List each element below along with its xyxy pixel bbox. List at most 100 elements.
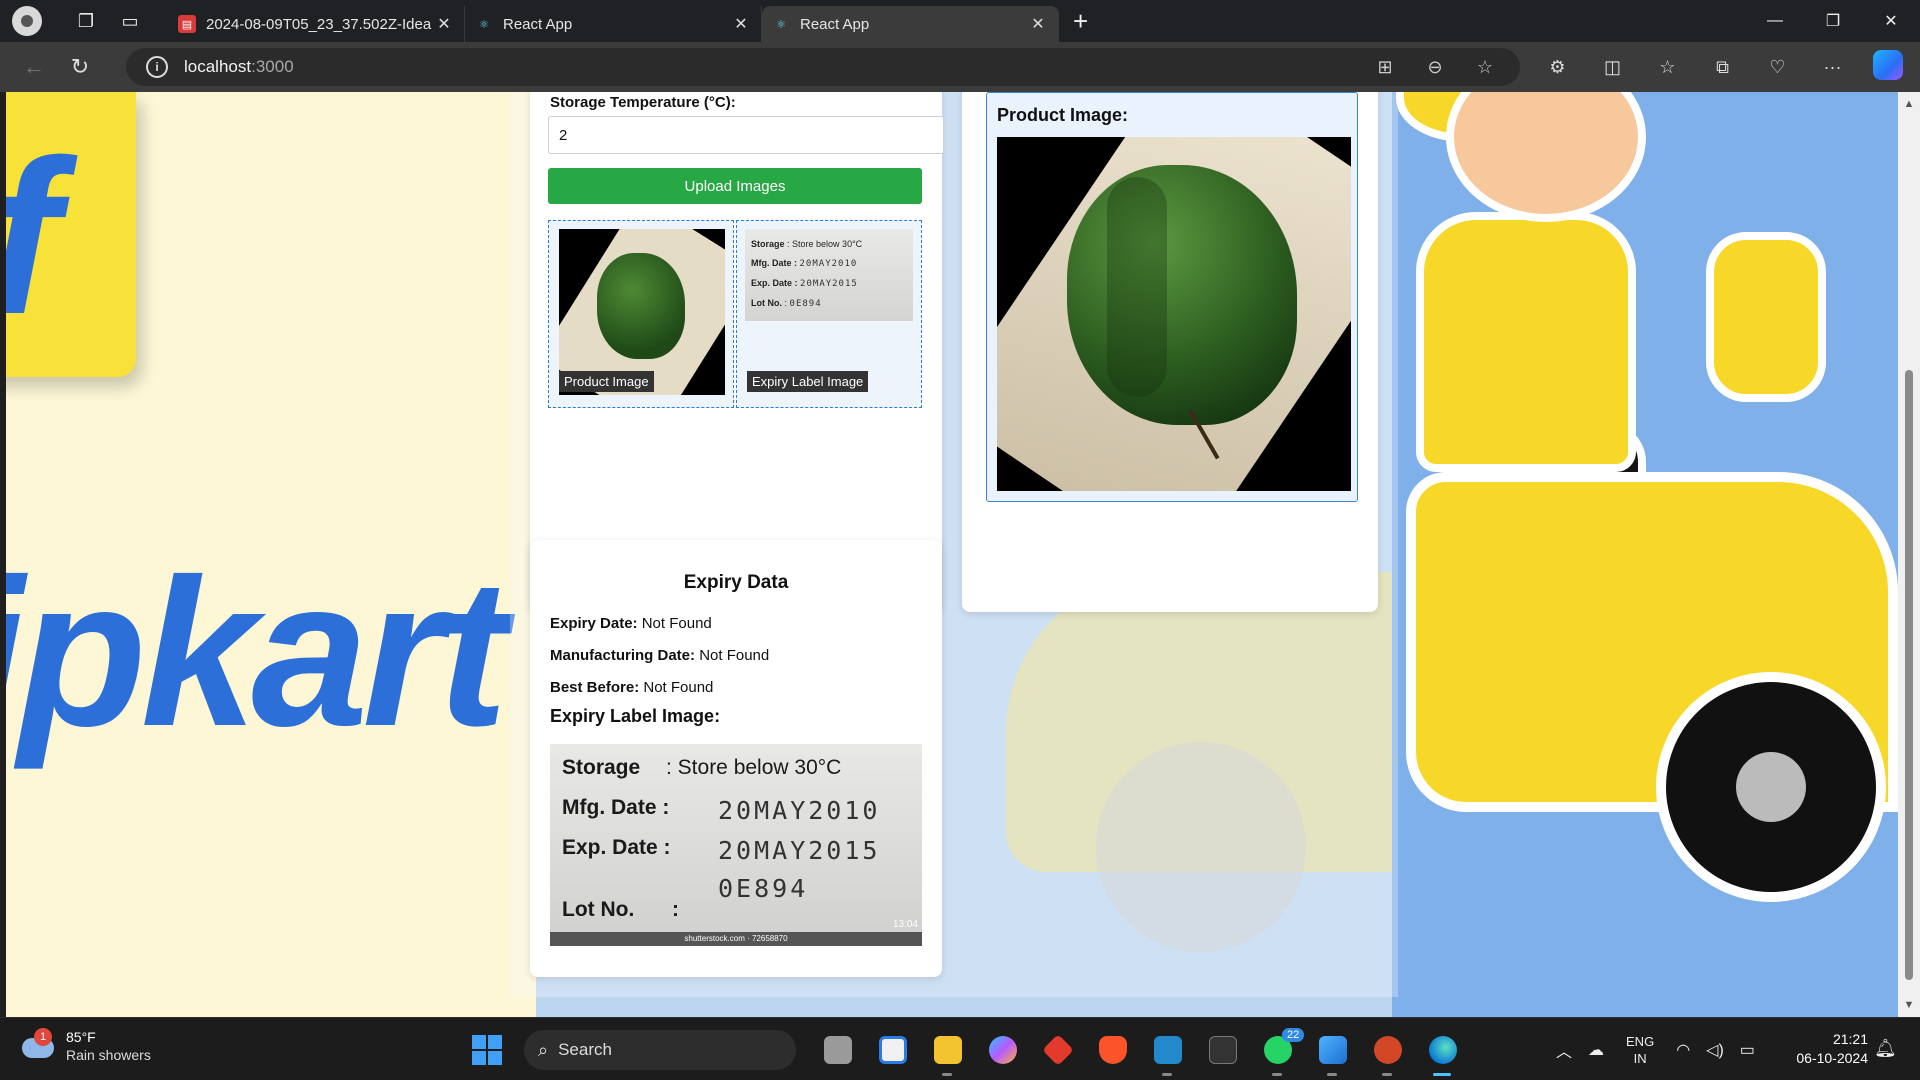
chevron-up-icon[interactable]: ︿: [1556, 1038, 1572, 1062]
new-tab-icon[interactable]: +: [1073, 6, 1088, 37]
scooter-lamp-illustration: [1706, 232, 1826, 402]
label-storage-value: : Store below 30°C: [666, 756, 842, 779]
react-icon: ⚛: [479, 18, 489, 31]
restore-icon[interactable]: ❐: [1804, 0, 1862, 42]
brand-logo-text: ipkart: [6, 535, 508, 770]
weather-temperature: 85°F: [66, 1029, 96, 1045]
scroll-thumb[interactable]: [1905, 370, 1913, 980]
more-menu-icon[interactable]: ···: [1805, 57, 1860, 78]
back-icon[interactable]: ←: [12, 47, 56, 87]
expiry-data-title: Expiry Data: [683, 572, 789, 593]
page-scrollbar[interactable]: ▲ ▼: [1898, 92, 1920, 1017]
expiry-data-card: Expiry Data Expiry Date: Not Found Manuf…: [530, 540, 942, 977]
language-code: ENG: [1626, 1034, 1655, 1049]
pdf-icon: ▤: [178, 15, 196, 33]
weather-condition: Rain showers: [66, 1047, 151, 1063]
vscode-icon[interactable]: [1140, 1028, 1195, 1076]
scroll-down-icon[interactable]: ▼: [1898, 999, 1920, 1011]
expiry-thumbnail-caption: Expiry Label Image: [747, 371, 869, 392]
navigation-bar: ← ↻ i localhost:3000 ⊞ ⊖ ☆ ⚙ ◫ ☆ ⧉ ♡ ···: [0, 42, 1920, 92]
label-stamp: 13:04: [892, 919, 918, 930]
apps-icon[interactable]: ⊞: [1360, 57, 1410, 78]
whatsapp-icon[interactable]: 22: [1250, 1028, 1305, 1076]
best-before-row: Best Before: Not Found: [550, 679, 713, 696]
photos-icon[interactable]: [1305, 1028, 1360, 1076]
brave-browser-icon[interactable]: [1085, 1028, 1140, 1072]
task-view-icon[interactable]: [810, 1028, 865, 1072]
vertical-tabs-icon[interactable]: ▭: [114, 5, 146, 37]
address-bar[interactable]: i localhost:3000 ⊞ ⊖ ☆: [126, 48, 1520, 86]
label-lot-value-row: 0E894: [718, 874, 808, 903]
store-icon[interactable]: [865, 1028, 920, 1072]
onedrive-icon[interactable]: ☁: [1588, 1040, 1604, 1060]
window-controls: — ❐ ✕: [1746, 0, 1920, 42]
volume-icon[interactable]: ◁): [1706, 1040, 1724, 1060]
search-label: Search: [558, 1040, 612, 1059]
weather-icon: 1: [20, 1028, 56, 1064]
language-indicator[interactable]: ENG IN: [1626, 1033, 1654, 1067]
label-mfg-value: 20MAY2010: [718, 796, 881, 825]
tab-react-2[interactable]: ⚛ React App ✕: [762, 6, 1059, 42]
thumb-lot-key: Lot No.: [751, 298, 782, 308]
close-window-icon[interactable]: ✕: [1862, 0, 1920, 42]
url-text[interactable]: localhost:3000: [184, 57, 294, 77]
scroll-up-icon[interactable]: ▲: [1898, 98, 1920, 110]
label-storage-key: Storage: [562, 756, 641, 779]
powerpoint-icon[interactable]: [1360, 1028, 1415, 1076]
minimize-icon[interactable]: —: [1746, 0, 1804, 42]
expiry-label-thumbnail[interactable]: Storage : Store below 30°C Mfg. Date : 2…: [736, 220, 922, 408]
notification-bell-icon[interactable]: 🔔︎: [1874, 1038, 1897, 1059]
health-icon[interactable]: ♡: [1750, 57, 1805, 78]
upload-images-button[interactable]: Upload Images: [548, 168, 922, 204]
file-explorer-icon[interactable]: [920, 1028, 975, 1076]
edge-browser-icon[interactable]: [1415, 1028, 1470, 1076]
start-menu-icon[interactable]: [472, 1035, 502, 1065]
favorites-icon[interactable]: ☆: [1640, 57, 1695, 78]
zoom-icon[interactable]: ⊖: [1410, 57, 1460, 78]
copilot-app-icon[interactable]: [975, 1028, 1030, 1072]
scooter-front-wheel-illustration: [1656, 672, 1886, 902]
label-exp-key: Exp. Date :: [562, 836, 671, 859]
expiry-date-row: Expiry Date: Not Found: [550, 615, 712, 632]
product-image-frame: Product Image:: [986, 92, 1358, 502]
wifi-icon[interactable]: ◠: [1676, 1040, 1690, 1060]
temperature-input[interactable]: 2: [548, 116, 944, 154]
thumb-exp-val: 20MAY2015: [800, 279, 858, 289]
best-before-value: Not Found: [643, 679, 714, 696]
tab-label: 2024-08-09T05_23_37.502Z-Idea: [206, 15, 432, 33]
close-icon[interactable]: ✕: [731, 14, 751, 34]
collections-icon[interactable]: ⧉: [1695, 57, 1750, 78]
tab-pdf[interactable]: ▤ 2024-08-09T05_23_37.502Z-Idea ✕: [168, 6, 465, 42]
copilot-icon[interactable]: [1860, 49, 1915, 85]
profile-avatar[interactable]: [12, 6, 42, 36]
clock[interactable]: 21:21 06-10-2024: [1780, 1030, 1868, 1068]
label-lot-separator: :: [672, 898, 679, 921]
terminal-icon[interactable]: [1195, 1028, 1250, 1072]
close-icon[interactable]: ✕: [434, 14, 454, 34]
site-info-icon[interactable]: i: [146, 56, 168, 78]
close-icon[interactable]: ✕: [1028, 14, 1048, 34]
product-thumbnail[interactable]: Product Image: [548, 220, 734, 408]
tab-label: React App: [503, 15, 573, 33]
mfg-date-value: Not Found: [699, 647, 770, 664]
battery-icon[interactable]: ▭: [1740, 1040, 1755, 1060]
expiry-date-key: Expiry Date:: [550, 615, 638, 632]
split-screen-icon[interactable]: ◫: [1585, 57, 1640, 78]
label-exp-value: 20MAY2015: [718, 836, 881, 865]
weather-widget[interactable]: 1 85°F Rain showers: [20, 1028, 151, 1064]
region-code: IN: [1633, 1051, 1647, 1066]
taskbar-search[interactable]: ⌕ Search: [524, 1030, 796, 1070]
expiry-label-thumbnail-image: Storage : Store below 30°C Mfg. Date : 2…: [745, 229, 913, 321]
rider-torso-illustration: [1416, 212, 1636, 472]
extensions-icon[interactable]: ⚙: [1530, 57, 1585, 78]
favorite-star-icon[interactable]: ☆: [1460, 57, 1510, 78]
system-tray: ︿ ☁ ENG IN ◠ ◁) ▭: [1548, 1028, 1763, 1072]
product-image: [997, 137, 1351, 491]
tab-label: React App: [800, 15, 870, 33]
tab-react-1[interactable]: ⚛ React App ✕: [465, 6, 762, 42]
refresh-icon[interactable]: ↻: [58, 47, 102, 87]
app-red-icon[interactable]: [1030, 1028, 1085, 1072]
workspaces-icon[interactable]: ❐: [70, 5, 102, 37]
mfg-date-key: Manufacturing Date:: [550, 647, 696, 664]
url-host: localhost: [184, 57, 252, 76]
